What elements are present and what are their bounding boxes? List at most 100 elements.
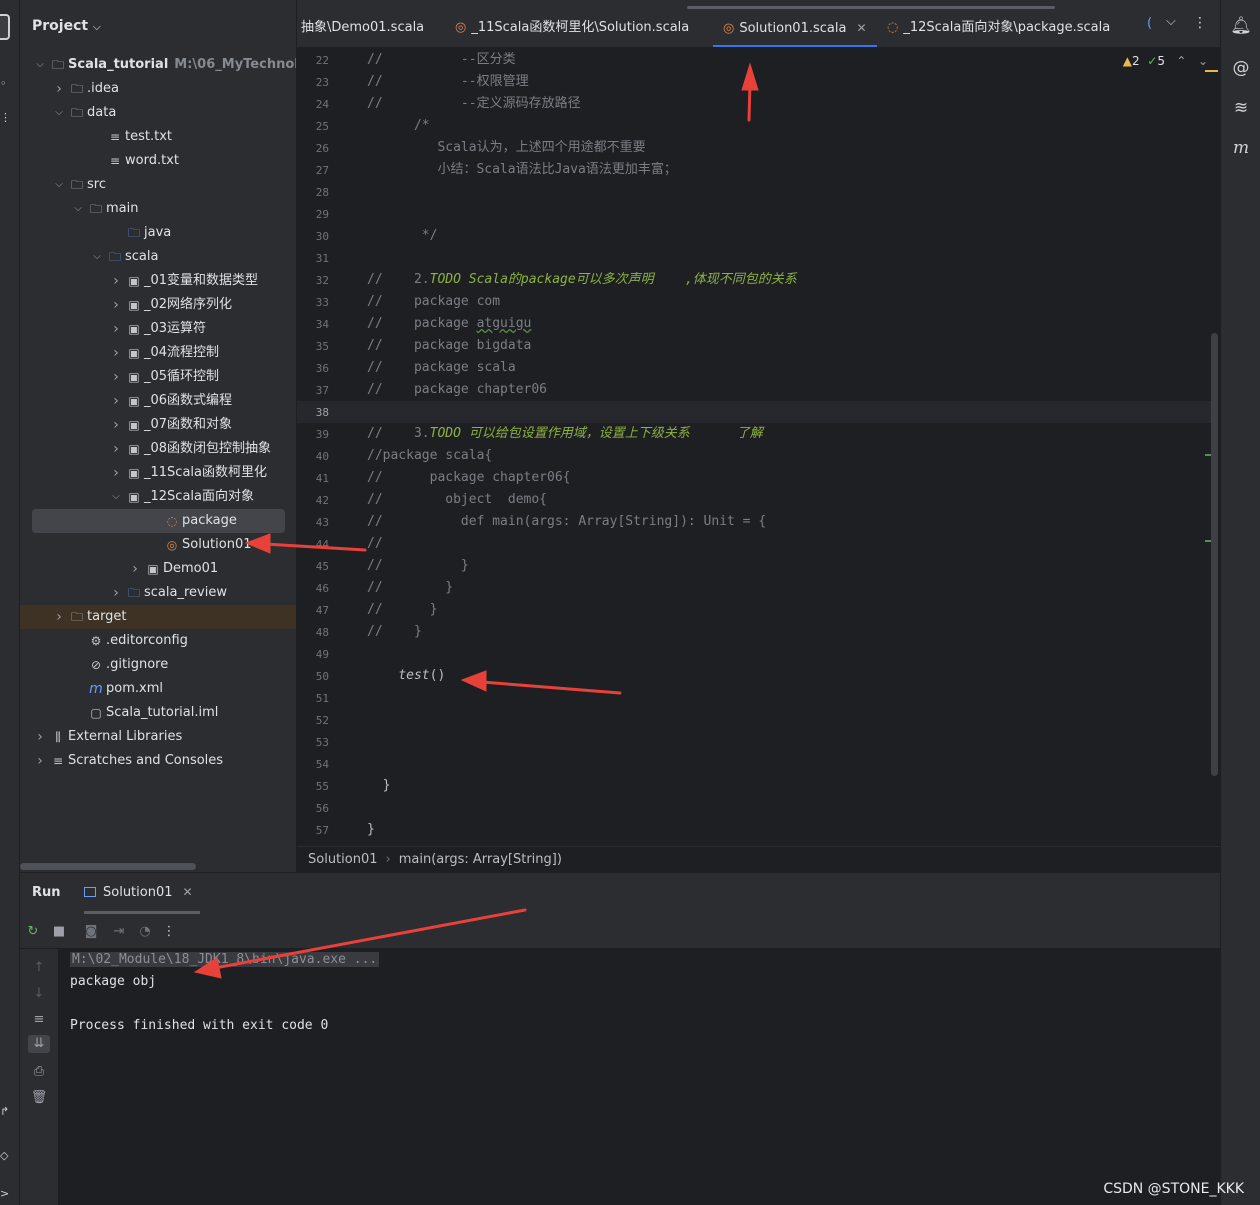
code-line[interactable]: // — [367, 533, 383, 555]
code-line[interactable]: test() — [367, 665, 445, 687]
tree-item[interactable]: ◎ Solution01 — [20, 533, 296, 557]
tab-list-chevron-icon[interactable]: ⌵ — [1166, 14, 1176, 29]
code-line[interactable]: // package com — [367, 291, 500, 313]
chevron-down-icon[interactable]: ⌵ — [91, 245, 103, 269]
tree-item[interactable]: ▢ Scala_tutorial.iml — [20, 701, 296, 725]
trash-icon[interactable]: 🗑︎ — [30, 1089, 48, 1107]
screenshot-icon[interactable]: ◙ — [82, 923, 100, 941]
close-icon[interactable]: ✕ — [183, 885, 193, 899]
exit-icon[interactable]: ⇥ — [110, 923, 128, 941]
git-icon[interactable]: ↱ — [0, 1106, 12, 1118]
tree-item[interactable]: › 🗀︎ target — [20, 605, 296, 629]
chevron-right-icon[interactable]: › — [110, 437, 122, 461]
chevron-right-icon[interactable]: › — [110, 461, 122, 485]
tree-item[interactable]: ⌵ 🗀︎ src — [20, 173, 296, 197]
tree-item[interactable]: ⌵ 🗀︎ scala — [20, 245, 296, 269]
code-line[interactable]: // package scala — [367, 357, 516, 379]
console-output[interactable]: M:\02_Module\18_JDK1_8\bin\java.exe ... p… — [58, 949, 1220, 1205]
chevron-down-icon[interactable]: ⌵ — [53, 173, 65, 197]
chevron-right-icon[interactable]: › — [34, 749, 46, 773]
rerun-icon[interactable]: ↻ — [24, 923, 42, 941]
more-options-icon[interactable]: ⋮ — [160, 923, 178, 941]
code-line[interactable]: //package scala{ — [367, 445, 492, 467]
code-line[interactable]: */ — [367, 225, 438, 247]
soft-wrap-icon[interactable]: ≡ — [30, 1011, 48, 1029]
code-line[interactable]: // } — [367, 555, 469, 577]
horizontal-scrollbar[interactable] — [20, 863, 196, 870]
tree-item[interactable]: ◌ package — [32, 509, 285, 533]
code-line[interactable]: /* — [367, 115, 430, 137]
next-highlight-icon[interactable]: ⌄ — [1198, 54, 1208, 68]
chevron-right-icon[interactable]: › — [34, 725, 46, 749]
chevron-right-icon[interactable]: › — [110, 389, 122, 413]
chevron-down-icon[interactable]: ⌵ — [53, 101, 65, 125]
chevron-right-icon[interactable]: › — [53, 77, 65, 101]
chevron-right-icon[interactable]: › — [110, 581, 122, 605]
tab-3[interactable]: ◎ Solution01.scala ✕ — [713, 0, 877, 47]
prev-highlight-icon[interactable]: ⌃ — [1176, 54, 1186, 68]
code-line[interactable]: 小结：Scala语法比Java语法更加丰富； — [367, 159, 676, 181]
chevron-down-icon[interactable]: ⌵ — [110, 485, 122, 509]
chevron-right-icon[interactable]: › — [110, 293, 122, 317]
chevron-right-icon[interactable]: › — [129, 557, 141, 581]
tree-item[interactable]: ⊘ .gitignore — [20, 653, 296, 677]
tree-item[interactable]: › ▣ _07函数和对象 — [20, 413, 296, 437]
code-line[interactable]: // 3.TODO 可以给包设置作用域，设置上下级关系 了解 — [367, 423, 763, 445]
scroll-to-end-icon[interactable]: ⇊ — [28, 1035, 50, 1053]
run-tab-solution01[interactable]: Solution01 ✕ — [84, 885, 193, 900]
more-options-icon[interactable]: ⋮ — [1193, 15, 1207, 31]
code-line[interactable]: // object demo{ — [367, 489, 547, 511]
code-line[interactable]: // package chapter06 — [367, 379, 547, 401]
tree-item[interactable]: ⌵ 🗀︎ main — [20, 197, 296, 221]
tree-item[interactable]: ≡ test.txt — [20, 125, 296, 149]
arrow-up-icon[interactable]: ↑ — [30, 959, 48, 977]
tab-4[interactable]: ◌ _12Scala面向对象\package.scala — [887, 0, 1110, 47]
code-line[interactable]: // package chapter06{ — [367, 467, 571, 489]
chevron-down-icon[interactable]: ⌵ — [34, 53, 46, 77]
tree-item[interactable]: 🗀︎ java — [20, 221, 296, 245]
tree-item[interactable]: › ▣ _01变量和数据类型 — [20, 269, 296, 293]
vertical-scrollbar[interactable] — [1211, 333, 1218, 776]
chevron-down-icon[interactable]: ⌵ — [93, 22, 101, 33]
services-icon[interactable]: ◇ — [0, 1150, 12, 1162]
tree-item[interactable]: › ▣ _04流程控制 — [20, 341, 296, 365]
code-line[interactable]: // } — [367, 599, 437, 621]
ai-assistant-icon[interactable]: @ — [1229, 56, 1253, 80]
code-line[interactable]: // package atguigu — [367, 313, 531, 335]
tree-item[interactable]: m pom.xml — [20, 677, 296, 701]
code-line[interactable]: // --区分类 — [367, 49, 516, 71]
tree-item[interactable]: › ▣ _03运算符 — [20, 317, 296, 341]
chevron-right-icon[interactable]: › — [110, 269, 122, 293]
code-line[interactable]: } — [367, 775, 391, 797]
code-line[interactable]: // 2.TODO Scala的package可以多次声明 ,体现不同包的关系 — [367, 269, 797, 291]
tree-item[interactable]: ≡ word.txt — [20, 149, 296, 173]
code-line[interactable]: // --权限管理 — [367, 71, 529, 93]
tab-1[interactable]: 抽象\Demo01.scala — [301, 0, 424, 47]
tree-item[interactable]: › ▣ _02网络序列化 — [20, 293, 296, 317]
project-panel-header[interactable]: Project ⌵ — [32, 18, 101, 34]
coverage-icon[interactable]: ◔ — [136, 923, 154, 941]
chevron-right-icon[interactable]: › — [110, 341, 122, 365]
chevron-right-icon[interactable]: › — [53, 605, 65, 629]
code-line[interactable]: Scala认为，上述四个用途都不重要 — [367, 137, 645, 159]
chevron-right-icon[interactable]: › — [110, 317, 122, 341]
tree-item[interactable]: ⌵ 🗀︎ Scala_tutorial M:\06_MyTechnology\ — [20, 53, 296, 77]
code-line[interactable]: // def main(args: Array[String]): Unit =… — [367, 511, 766, 533]
more-icon[interactable]: ⋮ — [0, 112, 12, 124]
code-line[interactable]: } — [367, 819, 375, 841]
tree-item[interactable]: › 🗀︎ .idea — [20, 77, 296, 101]
warning-stripe-marker[interactable] — [1205, 70, 1218, 72]
code-line[interactable]: // package bigdata — [367, 335, 531, 357]
code-editor[interactable]: 22 23 24 25 26 27 28 29 30 31 32 33 34 35 36 37 38 39 40 41… — [297, 48, 1220, 846]
print-icon[interactable]: ⎙ — [30, 1063, 48, 1081]
tree-item[interactable]: › ▣ _05循环控制 — [20, 365, 296, 389]
tree-item[interactable]: › ▣ Demo01 — [20, 557, 296, 581]
tree-item[interactable]: › ▣ _11Scala函数柯里化 — [20, 461, 296, 485]
tab-2[interactable]: ◎ _11Scala函数柯里化\Solution.scala — [455, 0, 689, 47]
database-icon[interactable]: ≋ — [1229, 96, 1253, 120]
tree-item[interactable]: ⚙︎ .editorconfig — [20, 629, 296, 653]
tree-item[interactable]: ⌵ 🗀︎ data — [20, 101, 296, 125]
breadcrumb-item-object[interactable]: Solution01 — [308, 852, 378, 867]
stop-icon[interactable]: ■ — [50, 923, 68, 941]
notifications-icon[interactable]: 🔔︎ — [1229, 14, 1253, 38]
